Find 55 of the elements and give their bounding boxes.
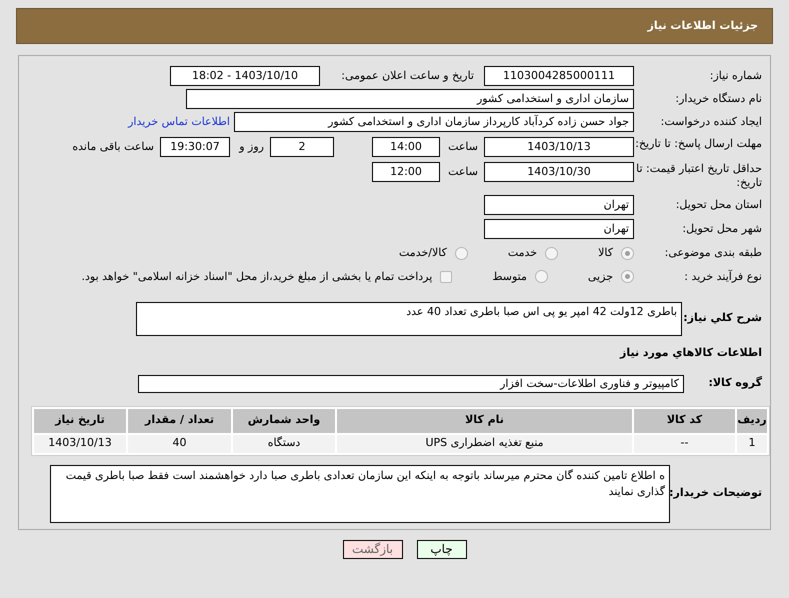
requester-field: جواد حسن زاده کردآباد کارپرداز سازمان اداری و استخدامی کشور	[234, 112, 634, 132]
field-label: تاریخ و ساعت اعلان عمومی:	[340, 68, 474, 84]
city-field: تهران	[484, 219, 634, 239]
buyer-notes-box: ه اطلاع تامین کننده گان محترم میرساند باتوجه به اینکه این سازمان تعدادی باطری صبا دارد خواهشمند است فقط صبا باطری قیمت گذاری نمایند	[50, 464, 670, 522]
field-label: طبقه بندی موضوعی:	[664, 246, 763, 260]
column-header: واحد شمارش	[233, 408, 335, 432]
announce-date-field: 1403/10/10 - 18:02	[170, 66, 320, 86]
column-header: تاریخ نیاز	[34, 408, 126, 432]
reply-date-field: 1403/10/13	[484, 137, 634, 157]
print-button[interactable]: چاپ	[416, 540, 466, 558]
column-header: ردیف	[737, 408, 767, 432]
section-heading: اطلاعات کالاهاي مورد نیاز	[620, 345, 763, 361]
field-label: نوع فرآیند خرید :	[683, 270, 763, 284]
province-field: تهران	[484, 195, 634, 215]
table-cell: 40	[128, 434, 231, 452]
field-label: ساعت باقی مانده	[72, 139, 155, 155]
field-label: شهر محل تحویل:	[681, 222, 763, 236]
table-cell: 1403/10/13	[34, 434, 126, 452]
back-button[interactable]: بازگشت	[342, 540, 402, 558]
option-label: خدمت	[508, 245, 538, 261]
field-label: شرح کلي نیاز:	[682, 310, 763, 326]
option-label: جزیی	[588, 268, 613, 285]
field-label: ساعت	[447, 139, 479, 155]
field-label: توضیحات خریدار:	[670, 485, 763, 502]
buyer-contact-link[interactable]: اطلاعات تماس خریدار	[128, 114, 230, 130]
validity-date-field: 1403/10/30	[484, 162, 634, 182]
field-label: نام دستگاه خریدار:	[674, 92, 763, 106]
column-header: کد کالا	[634, 408, 735, 432]
field-label: ساعت	[447, 164, 479, 180]
table-cell: 1	[737, 434, 767, 452]
option-label: متوسط	[492, 268, 527, 285]
option-label: پرداخت تمام یا بخشی از مبلغ خرید،از محل "اسناد خزانه اسلامی" خواهد بود.	[82, 268, 432, 285]
validity-time-field: 12:00	[372, 162, 440, 182]
goods-group-field: کامپیوتر و فناوری اطلاعات-سخت افزار	[138, 374, 684, 392]
field-label: روز و	[238, 139, 265, 155]
description-box: باطری 12ولت 42 امپر یو پی اس صبا باطری تعداد 40 عدد	[136, 302, 682, 336]
page-title: جزئیات اطلاعات نیاز	[648, 18, 758, 34]
option-label: کالا	[598, 245, 613, 261]
column-header: تعداد / مقدار	[128, 408, 231, 432]
days-field: 2	[270, 137, 334, 157]
field-label: گروه کالا:	[707, 375, 763, 392]
buyer-org-field: سازمان اداری و استخدامی کشور	[186, 89, 634, 109]
table-cell: دستگاه	[233, 434, 335, 452]
reply-time-field: 14:00	[372, 137, 440, 157]
field-label: شماره نیاز:	[708, 69, 763, 83]
table-cell: منبع تغذیه اضطراری UPS	[337, 434, 632, 452]
remaining-time-field: 19:30:07	[160, 137, 230, 157]
table-cell: --	[634, 434, 735, 452]
need-number-field: 1103004285000111	[484, 66, 634, 86]
field-label: حداقل تاریخ اعتبار قیمت: تا تاریخ:	[635, 162, 763, 190]
column-header: نام کالا	[337, 408, 632, 432]
field-label: استان محل تحویل:	[674, 198, 763, 212]
field-label: مهلت ارسال پاسخ: تا تاریخ:	[634, 137, 763, 151]
option-label: کالا/خدمت	[399, 245, 447, 261]
field-label: ایجاد کننده درخواست:	[660, 115, 763, 129]
